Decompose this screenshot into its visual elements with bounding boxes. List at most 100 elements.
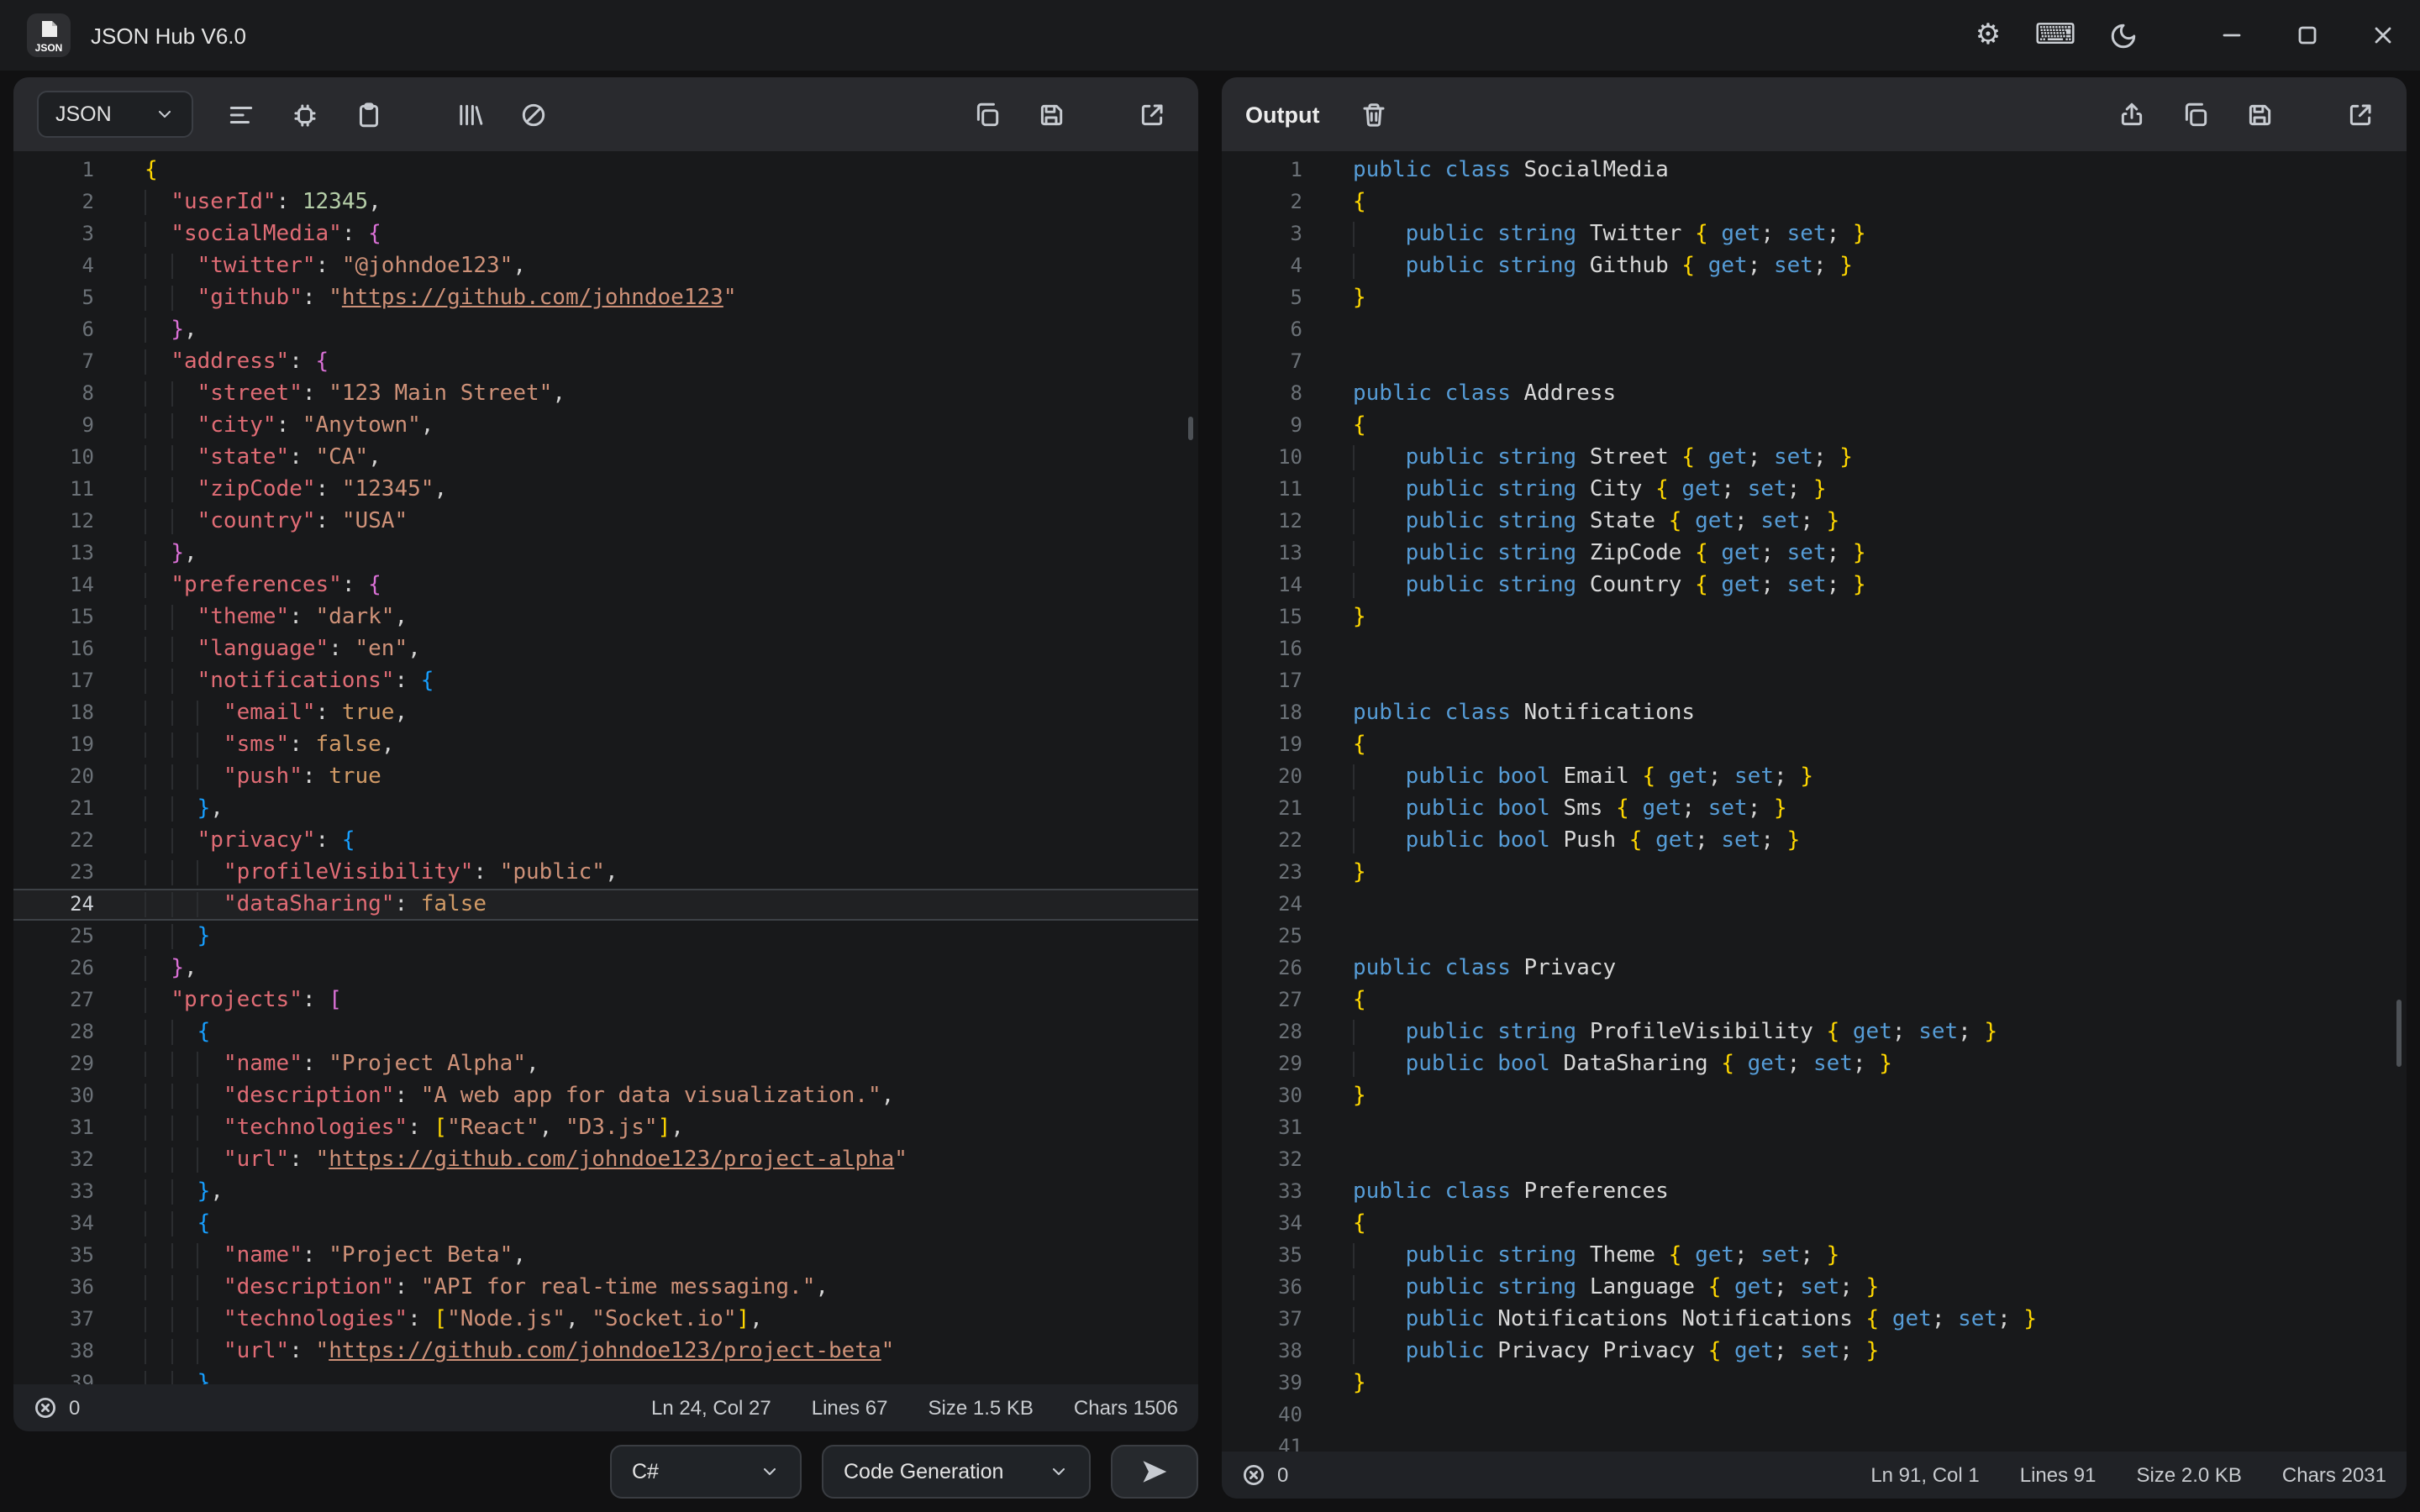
clear-output-button[interactable] — [1349, 91, 1397, 138]
code-line[interactable]: 20 "push": true — [13, 761, 1198, 793]
code-line[interactable]: 34 { — [13, 1208, 1198, 1240]
library-button[interactable] — [446, 91, 493, 138]
code-line[interactable]: 39 }, — [13, 1368, 1198, 1384]
save-input-button[interactable] — [1027, 91, 1074, 138]
paste-button[interactable] — [345, 91, 392, 138]
code-line[interactable]: 12 "country": "USA" — [13, 506, 1198, 538]
code-line[interactable]: 34{ — [1222, 1208, 2407, 1240]
code-line[interactable]: 19{ — [1222, 729, 2407, 761]
code-line[interactable]: 15 "theme": "dark", — [13, 601, 1198, 633]
code-line[interactable]: 18 "email": true, — [13, 697, 1198, 729]
code-line[interactable]: 1{ — [13, 155, 1198, 186]
code-line[interactable]: 14 public string Country { get; set; } — [1222, 570, 2407, 601]
mode-select[interactable]: Code Generation — [822, 1445, 1091, 1499]
code-line[interactable]: 18public class Notifications — [1222, 697, 2407, 729]
code-line[interactable]: 10 "state": "CA", — [13, 442, 1198, 474]
code-line[interactable]: 17 "notifications": { — [13, 665, 1198, 697]
code-line[interactable]: 9{ — [1222, 410, 2407, 442]
code-line[interactable]: 38 "url": "https://github.com/johndoe123… — [13, 1336, 1198, 1368]
code-line[interactable]: 22 public bool Push { get; set; } — [1222, 825, 2407, 857]
code-line[interactable]: 29 "name": "Project Alpha", — [13, 1048, 1198, 1080]
code-line[interactable]: 23} — [1222, 857, 2407, 889]
code-line[interactable]: 26public class Privacy — [1222, 953, 2407, 984]
code-line[interactable]: 22 "privacy": { — [13, 825, 1198, 857]
close-button[interactable] — [2344, 0, 2420, 71]
code-line[interactable]: 12 public string State { get; set; } — [1222, 506, 2407, 538]
code-line[interactable]: 33 }, — [13, 1176, 1198, 1208]
settings-button[interactable]: ⚙ — [1954, 7, 2022, 64]
format-button[interactable] — [218, 91, 265, 138]
code-line[interactable]: 39} — [1222, 1368, 2407, 1399]
code-line[interactable]: 13 public string ZipCode { get; set; } — [1222, 538, 2407, 570]
code-line[interactable]: 16 — [1222, 633, 2407, 665]
copy-input-button[interactable] — [963, 91, 1010, 138]
code-line[interactable]: 21 public bool Sms { get; set; } — [1222, 793, 2407, 825]
code-line[interactable]: 4 public string Github { get; set; } — [1222, 250, 2407, 282]
code-line[interactable]: 16 "language": "en", — [13, 633, 1198, 665]
code-line[interactable]: 6 }, — [13, 314, 1198, 346]
code-line[interactable]: 40 — [1222, 1399, 2407, 1431]
code-line[interactable]: 11 public string City { get; set; } — [1222, 474, 2407, 506]
json-editor[interactable]: 1{2 "userId": 12345,3 "socialMedia": {4 … — [13, 151, 1198, 1384]
code-line[interactable]: 32 "url": "https://github.com/johndoe123… — [13, 1144, 1198, 1176]
code-line[interactable]: 37 "technologies": ["Node.js", "Socket.i… — [13, 1304, 1198, 1336]
code-line[interactable]: 37 public Notifications Notifications { … — [1222, 1304, 2407, 1336]
code-line[interactable]: 27{ — [1222, 984, 2407, 1016]
code-line[interactable]: 38 public Privacy Privacy { get; set; } — [1222, 1336, 2407, 1368]
code-line[interactable]: 15} — [1222, 601, 2407, 633]
share-output-button[interactable] — [2107, 91, 2154, 138]
maximize-button[interactable] — [2269, 0, 2344, 71]
code-line[interactable]: 35 public string Theme { get; set; } — [1222, 1240, 2407, 1272]
code-line[interactable]: 29 public bool DataSharing { get; set; } — [1222, 1048, 2407, 1080]
code-line[interactable]: 2{ — [1222, 186, 2407, 218]
code-line[interactable]: 6 — [1222, 314, 2407, 346]
code-line[interactable]: 4 "twitter": "@johndoe123", — [13, 250, 1198, 282]
code-line[interactable]: 13 }, — [13, 538, 1198, 570]
code-line[interactable]: 27 "projects": [ — [13, 984, 1198, 1016]
code-line[interactable]: 24 "dataSharing": false — [13, 889, 1198, 921]
code-line[interactable]: 23 "profileVisibility": "public", — [13, 857, 1198, 889]
code-line[interactable]: 9 "city": "Anytown", — [13, 410, 1198, 442]
code-line[interactable]: 21 }, — [13, 793, 1198, 825]
minimize-button[interactable] — [2193, 0, 2269, 71]
code-line[interactable]: 20 public bool Email { get; set; } — [1222, 761, 2407, 793]
code-line[interactable]: 41 — [1222, 1431, 2407, 1452]
expand-output-button[interactable] — [2336, 91, 2383, 138]
code-line[interactable]: 31 "technologies": ["React", "D3.js"], — [13, 1112, 1198, 1144]
input-language-select[interactable]: JSON — [37, 91, 194, 138]
code-line[interactable]: 31 — [1222, 1112, 2407, 1144]
copy-output-button[interactable] — [2171, 91, 2218, 138]
theme-toggle-button[interactable] — [2089, 7, 2156, 64]
run-generation-button[interactable] — [1111, 1445, 1198, 1499]
scrollbar-thumb[interactable] — [1188, 417, 1193, 440]
save-output-button[interactable] — [2235, 91, 2282, 138]
code-line[interactable]: 5 "github": "https://github.com/johndoe1… — [13, 282, 1198, 314]
code-line[interactable]: 2 "userId": 12345, — [13, 186, 1198, 218]
code-line[interactable]: 30 "description": "A web app for data vi… — [13, 1080, 1198, 1112]
code-line[interactable]: 7 "address": { — [13, 346, 1198, 378]
code-line[interactable]: 36 public string Language { get; set; } — [1222, 1272, 2407, 1304]
code-line[interactable]: 8public class Address — [1222, 378, 2407, 410]
code-line[interactable]: 24 — [1222, 889, 2407, 921]
code-line[interactable]: 26 }, — [13, 953, 1198, 984]
code-line[interactable]: 19 "sms": false, — [13, 729, 1198, 761]
expand-input-button[interactable] — [1128, 91, 1175, 138]
validate-button[interactable] — [281, 91, 329, 138]
code-line[interactable]: 33public class Preferences — [1222, 1176, 2407, 1208]
code-line[interactable]: 1public class SocialMedia — [1222, 155, 2407, 186]
code-line[interactable]: 11 "zipCode": "12345", — [13, 474, 1198, 506]
code-line[interactable]: 36 "description": "API for real-time mes… — [13, 1272, 1198, 1304]
code-line[interactable]: 25 } — [13, 921, 1198, 953]
target-language-select[interactable]: C# — [610, 1445, 802, 1499]
scrollbar-thumb[interactable] — [2396, 1000, 2402, 1067]
code-line[interactable]: 17 — [1222, 665, 2407, 697]
code-line[interactable]: 5} — [1222, 282, 2407, 314]
code-line[interactable]: 32 — [1222, 1144, 2407, 1176]
code-line[interactable]: 35 "name": "Project Beta", — [13, 1240, 1198, 1272]
code-line[interactable]: 10 public string Street { get; set; } — [1222, 442, 2407, 474]
code-line[interactable]: 14 "preferences": { — [13, 570, 1198, 601]
keyboard-button[interactable]: ⌨ — [2022, 7, 2089, 64]
code-line[interactable]: 7 — [1222, 346, 2407, 378]
code-line[interactable]: 3 "socialMedia": { — [13, 218, 1198, 250]
code-line[interactable]: 28 public string ProfileVisibility { get… — [1222, 1016, 2407, 1048]
